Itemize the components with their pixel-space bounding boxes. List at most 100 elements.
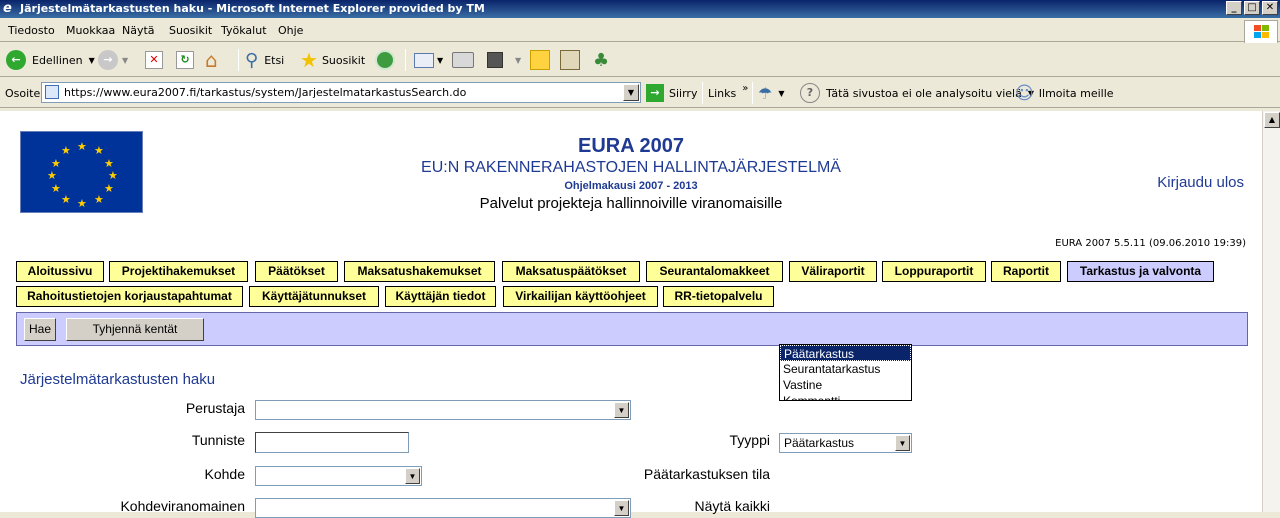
page-content: ★ ★ ★ ★ ★ ★ ★ ★ ★ ★ ★ ★ EURA 2007 EU:N R… [0, 111, 1262, 518]
windows-flag-icon [1254, 25, 1270, 40]
nav-maksatushakemukset[interactable]: Maksatushakemukset [344, 261, 495, 282]
tyyppi-option[interactable]: Seurantatarkastus [780, 361, 911, 377]
antiphishing-button[interactable]: ☂ ▼ [758, 81, 785, 105]
site-analysis-button[interactable]: ? Tätä sivustoa ei ole analysoitu vielä … [800, 81, 1034, 105]
menu-tyokalut[interactable]: Työkalut [221, 24, 267, 37]
edit-button[interactable]: ▼ [487, 48, 521, 72]
kohde-label: Kohde [204, 466, 245, 482]
nav-projektihakemukset[interactable]: Projektihakemukset [109, 261, 248, 282]
back-label: Edellinen [32, 53, 83, 67]
nav-rahoitustietojen-korjaustapahtumat[interactable]: Rahoitustietojen korjaustapahtumat [16, 286, 243, 307]
research-button[interactable] [560, 48, 580, 72]
favorites-button[interactable]: ★ Suosikit [300, 48, 365, 72]
address-input[interactable]: https://www.eura2007.fi/tarkastus/system… [41, 82, 641, 103]
menu-muokkaa[interactable]: Muokkaa [66, 24, 115, 37]
vertical-scrollbar[interactable]: ▲ [1262, 111, 1280, 512]
nav-aloitussivu[interactable]: Aloitussivu [16, 261, 104, 282]
app-subtitle: EU:N RAKENNERAHASTOJEN HALLINTAJÄRJESTEL… [421, 159, 841, 176]
app-title: EURA 2007 [578, 135, 684, 157]
nav-paatokset[interactable]: Päätökset [255, 261, 338, 282]
tyyppi-option[interactable]: Kommentti [780, 393, 911, 400]
clear-fields-button[interactable]: Tyhjennä kentät [66, 318, 204, 341]
question-icon: ? [800, 83, 820, 103]
tyyppi-option[interactable]: Vastine [780, 377, 911, 393]
discuss-button[interactable] [530, 48, 550, 72]
menu-nayta[interactable]: Näytä [122, 24, 155, 37]
search-submit-button[interactable]: Hae [24, 318, 56, 341]
history-icon [375, 50, 395, 70]
nav-seurantalomakkeet[interactable]: Seurantalomakkeet [646, 261, 783, 282]
address-url: https://www.eura2007.fi/tarkastus/system… [64, 86, 467, 99]
note-icon [530, 50, 550, 70]
menu-tiedosto[interactable]: Tiedosto [8, 24, 55, 37]
mail-button[interactable]: ▼ [414, 48, 443, 72]
stop-icon: ✕ [145, 51, 163, 69]
stop-button[interactable]: ✕ [145, 48, 163, 72]
close-button[interactable]: ✕ [1262, 1, 1278, 15]
tyyppi-value: Päätarkastus [784, 436, 855, 450]
chevron-down-icon[interactable]: ▼ [895, 435, 910, 451]
favorites-label: Suosikit [321, 53, 366, 67]
logout-link[interactable]: Kirjaudu ulos [1157, 174, 1244, 191]
refresh-button[interactable]: ↻ [176, 48, 194, 72]
links-label: Links [708, 86, 737, 100]
program-period: Ohjelmakausi 2007 - 2013 [564, 180, 698, 192]
toolbar: ← Edellinen ▼ → ▼ ✕ ↻ ⌂ ⚲ Etsi ★ Suosiki… [0, 43, 1280, 77]
addressbar: Osoite https://www.eura2007.fi/tarkastus… [0, 78, 1280, 108]
tyyppi-select[interactable]: Päätarkastus ▼ [779, 433, 912, 453]
perustaja-select[interactable]: ▼ [255, 400, 631, 420]
nav-valiraportit[interactable]: Väliraportit [789, 261, 877, 282]
services-heading: Palvelut projekteja hallinnoiville viran… [479, 195, 783, 212]
address-dropdown-button[interactable]: ▼ [623, 84, 639, 101]
nav-rr-tietopalvelu[interactable]: RR-tietopalvelu [663, 286, 774, 307]
page-icon [45, 85, 59, 99]
menubar: Tiedosto Muokkaa Näytä Suosikit Työkalut… [0, 20, 1280, 42]
forward-arrow-icon: → [98, 50, 118, 70]
search-button[interactable]: ⚲ Etsi [245, 48, 284, 72]
kohdeviranomainen-select[interactable]: ▼ [255, 498, 631, 518]
tunniste-input[interactable] [255, 432, 409, 453]
chevron-down-icon: ▼ [88, 55, 95, 65]
nav-raportit[interactable]: Raportit [991, 261, 1061, 282]
nav-loppuraportit[interactable]: Loppuraportit [882, 261, 986, 282]
search-icon: ⚲ [245, 49, 259, 71]
search-label: Etsi [264, 53, 285, 67]
nav-kayttajan-tiedot[interactable]: Käyttäjän tiedot [385, 286, 496, 307]
nav-kayttajatunnukset[interactable]: Käyttäjätunnukset [249, 286, 379, 307]
tyyppi-option[interactable]: Päätarkastus [780, 345, 911, 361]
site-analysis-text: Tätä sivustoa ei ole analysoitu vielä [826, 86, 1022, 100]
report-button[interactable]: ☺ Ilmoita meille [1015, 81, 1114, 105]
menu-ohje[interactable]: Ohje [278, 24, 303, 37]
menu-suosikit[interactable]: Suosikit [169, 24, 212, 37]
refresh-icon: ↻ [176, 51, 194, 69]
links-button[interactable]: Links » [708, 81, 748, 105]
go-arrow-icon: → [646, 84, 664, 102]
chevron-down-icon: ▼ [122, 55, 129, 65]
home-icon: ⌂ [205, 48, 218, 72]
chevron-down-icon: ▼ [778, 88, 785, 98]
nav-maksatuspaatokset[interactable]: Maksatuspäätökset [502, 261, 640, 282]
scroll-up-icon[interactable]: ▲ [1264, 112, 1280, 128]
maximize-button[interactable]: □ [1244, 1, 1260, 15]
home-button[interactable]: ⌂ [205, 48, 218, 72]
print-button[interactable] [452, 48, 474, 72]
ie-logo-icon: e [3, 1, 12, 16]
back-button[interactable]: ← Edellinen ▼ [6, 48, 95, 72]
kohde-select[interactable]: ▼ [255, 466, 422, 486]
report-users-icon: ☺ [1015, 82, 1034, 104]
forward-button[interactable]: → ▼ [98, 48, 128, 72]
form-title: Järjestelmätarkastusten haku [20, 371, 216, 388]
tyyppi-label: Tyyppi [729, 432, 770, 448]
nav-tarkastus-ja-valvonta[interactable]: Tarkastus ja valvonta [1067, 261, 1214, 282]
history-button[interactable] [375, 48, 395, 72]
window-title: Järjestelmätarkastusten haku - Microsoft… [20, 2, 485, 15]
edit-icon [487, 52, 503, 68]
printer-icon [452, 52, 474, 68]
go-button[interactable]: → Siirry [646, 81, 697, 105]
go-label: Siirry [669, 86, 698, 100]
version-info: EURA 2007 5.5.11 (09.06.2010 19:39) [1055, 238, 1246, 249]
messenger-button[interactable]: ♣ [593, 48, 609, 72]
star-icon: ★ [300, 48, 318, 72]
nav-virkailijan-kayttoohjeet[interactable]: Virkailijan käyttöohjeet [503, 286, 658, 307]
minimize-button[interactable]: _ [1226, 1, 1242, 15]
